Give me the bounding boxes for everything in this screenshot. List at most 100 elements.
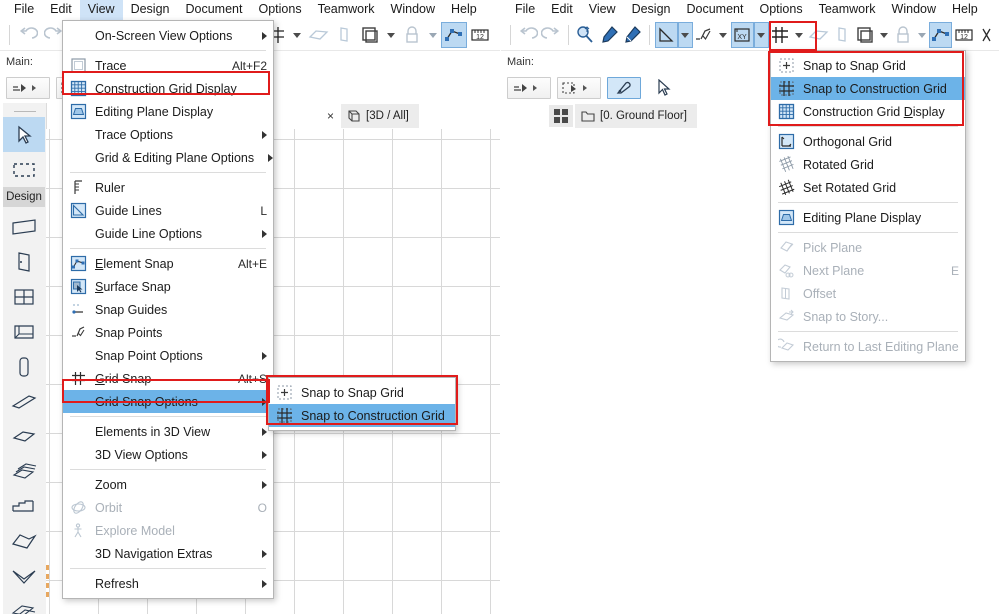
redo-button[interactable]	[539, 22, 562, 48]
menu-item-trace-options[interactable]: Trace Options	[63, 123, 273, 146]
menu-item-editing-plane-display[interactable]: Editing Plane Display	[63, 100, 273, 123]
menu-item-orthogonal-grid[interactable]: Orthogonal Grid	[771, 130, 965, 153]
magic-wand-button[interactable]	[607, 77, 641, 99]
menu-item-grid-snap[interactable]: Grid Snap Alt+S	[63, 367, 273, 390]
snap-points-button[interactable]	[693, 22, 716, 48]
undo-button[interactable]	[516, 22, 539, 48]
grid-snap-dropdown[interactable]	[792, 22, 806, 48]
menu-item-set-rotated-grid[interactable]: Set Rotated Grid	[771, 176, 965, 199]
selection-combo[interactable]	[557, 77, 601, 99]
window-button[interactable]	[357, 22, 383, 48]
menu-view[interactable]: View	[79, 0, 123, 20]
shell-tool[interactable]	[3, 524, 45, 559]
menu-item-surface-snap[interactable]: Surface Snap	[63, 275, 273, 298]
element-snap-button[interactable]	[928, 22, 953, 48]
menu-teamwork[interactable]: Teamwork	[811, 0, 884, 20]
orthogonal-grid-dropdown[interactable]	[678, 22, 693, 48]
tab-close-button[interactable]: ×	[320, 109, 341, 123]
menu-options[interactable]: Options	[250, 0, 309, 20]
measure-button[interactable]: 12	[467, 22, 493, 48]
menu-item-trace[interactable]: Trace Alt+F2	[63, 54, 273, 77]
menu-item-on-screen-view-options[interactable]: On-Screen View Options	[63, 24, 273, 47]
menu-item-snap-point-options[interactable]: Snap Point Options	[63, 344, 273, 367]
grid-snap-dropdown[interactable]	[289, 22, 305, 48]
element-snap-button[interactable]	[441, 22, 467, 48]
lock-dropdown[interactable]	[425, 22, 441, 48]
window-button[interactable]	[853, 22, 876, 48]
marquee-zoom-button[interactable]	[574, 22, 597, 48]
lock-button[interactable]	[891, 22, 914, 48]
menu-item-snap-to-construction-grid[interactable]: Snap to Construction Grid	[771, 77, 965, 100]
menu-help[interactable]: Help	[443, 0, 485, 20]
submenu-item-snap-to-snap-grid[interactable]: Snap to Snap Grid	[269, 381, 455, 404]
menu-item-guide-line-options[interactable]: Guide Line Options	[63, 222, 273, 245]
menu-design[interactable]: Design	[123, 0, 178, 20]
more-tools-button[interactable]	[976, 22, 999, 48]
menu-item-3d-view-options[interactable]: 3D View Options	[63, 443, 273, 466]
menu-file[interactable]: File	[6, 0, 42, 20]
menu-item-snap-points[interactable]: Snap Points	[63, 321, 273, 344]
editing-plane-button[interactable]	[806, 22, 829, 48]
menu-item-snap-guides[interactable]: Snap Guides	[63, 298, 273, 321]
menu-document[interactable]: Document	[679, 0, 752, 20]
menu-item-elements-in-3d-view[interactable]: Elements in 3D View	[63, 420, 273, 443]
menu-item-construction-grid-display[interactable]: Construction Grid Display	[63, 77, 273, 100]
submenu-item-snap-to-construction-grid[interactable]: Snap to Construction Grid	[269, 404, 455, 427]
menu-item-refresh[interactable]: Refresh	[63, 572, 273, 595]
wall-tool[interactable]	[3, 209, 45, 244]
document-tab-3d-all[interactable]: [3D / All]	[341, 104, 419, 128]
menu-item-grid-editing-plane-options[interactable]: Grid & Editing Plane Options	[63, 146, 274, 169]
menu-item-construction-grid-display[interactable]: Construction Grid Display	[771, 100, 965, 123]
coordinate-button[interactable]: XY	[730, 22, 755, 48]
menu-help[interactable]: Help	[944, 0, 986, 20]
syringe-button[interactable]	[620, 22, 643, 48]
editing-plane-button[interactable]	[305, 22, 331, 48]
menu-item-zoom[interactable]: Zoom	[63, 473, 273, 496]
menu-item-element-snap[interactable]: Element Snap Alt+E	[63, 252, 273, 275]
menu-view[interactable]: View	[581, 0, 624, 20]
undo-button[interactable]	[15, 22, 41, 48]
measure-button[interactable]: 12	[952, 22, 975, 48]
menu-document[interactable]: Document	[178, 0, 251, 20]
window-tool[interactable]	[3, 279, 45, 314]
roof-tool[interactable]	[3, 454, 45, 489]
menu-file[interactable]: File	[507, 0, 543, 20]
orthogonal-grid-button[interactable]	[654, 22, 679, 48]
lock-button[interactable]	[399, 22, 425, 48]
menu-item-ruler[interactable]: Ruler	[63, 176, 273, 199]
arrow-select-tool[interactable]	[3, 117, 45, 152]
beam-tool[interactable]	[3, 384, 45, 419]
view-grid-toggle-button[interactable]	[549, 105, 573, 127]
door-tool[interactable]	[3, 244, 45, 279]
menu-window[interactable]: Window	[884, 0, 944, 20]
menu-item-3d-navigation-extras[interactable]: 3D Navigation Extras	[63, 542, 273, 565]
marquee-combo[interactable]	[507, 77, 551, 99]
menu-item-editing-plane-display[interactable]: Editing Plane Display	[771, 206, 965, 229]
stair-tool[interactable]	[3, 489, 45, 524]
menu-item-grid-snap-options[interactable]: Grid Snap Options	[63, 390, 273, 413]
menu-edit[interactable]: Edit	[543, 0, 581, 20]
menu-item-guide-lines[interactable]: Guide Lines L	[63, 199, 273, 222]
morph-tool[interactable]	[3, 559, 45, 594]
marquee-tool[interactable]	[3, 152, 45, 187]
menu-design[interactable]: Design	[624, 0, 679, 20]
marquee-combo[interactable]	[6, 77, 50, 99]
menu-options[interactable]: Options	[751, 0, 810, 20]
snap-points-dropdown[interactable]	[716, 22, 730, 48]
pick-plane-button[interactable]	[331, 22, 357, 48]
menu-teamwork[interactable]: Teamwork	[310, 0, 383, 20]
menu-window[interactable]: Window	[383, 0, 443, 20]
pick-plane-button[interactable]	[830, 22, 853, 48]
arrow-pointer-button[interactable]	[647, 77, 681, 99]
menu-edit[interactable]: Edit	[42, 0, 80, 20]
object-tool[interactable]	[3, 314, 45, 349]
menu-item-rotated-grid[interactable]: Rotated Grid	[771, 153, 965, 176]
slab-tool[interactable]	[3, 419, 45, 454]
grid-snap-button[interactable]	[769, 22, 792, 48]
lock-dropdown[interactable]	[914, 22, 928, 48]
curtain-wall-tool[interactable]	[3, 594, 45, 614]
coordinate-dropdown[interactable]	[754, 22, 769, 48]
document-tab-ground-floor[interactable]: [0. Ground Floor]	[575, 104, 697, 128]
eyedropper-button[interactable]	[597, 22, 620, 48]
column-tool[interactable]	[3, 349, 45, 384]
